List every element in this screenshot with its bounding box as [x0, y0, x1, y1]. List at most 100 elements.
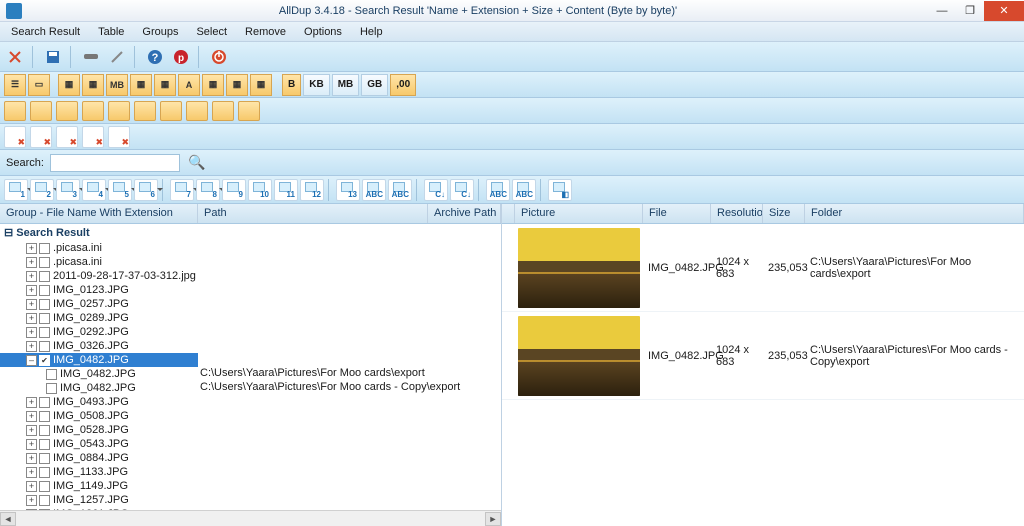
- remove-action-1[interactable]: [30, 126, 52, 148]
- brush-icon[interactable]: [106, 46, 128, 68]
- tree-checkbox[interactable]: [39, 355, 50, 366]
- folder-action-6[interactable]: [160, 101, 182, 121]
- preview-row[interactable]: IMG_0482.JPG1024 x 683235,053C:\Users\Ya…: [502, 312, 1024, 400]
- unit-gb[interactable]: GB: [361, 74, 388, 96]
- tree-node[interactable]: +IMG_1257.JPG: [0, 493, 198, 507]
- action-btn-14[interactable]: ABC: [388, 179, 412, 201]
- help-icon[interactable]: ?: [144, 46, 166, 68]
- minimize-button[interactable]: —: [928, 1, 956, 21]
- tree-node[interactable]: IMG_0482.JPG: [0, 381, 198, 395]
- tree-checkbox[interactable]: [39, 467, 50, 478]
- unit-dec[interactable]: ,00: [390, 74, 416, 96]
- folder-action-3[interactable]: [82, 101, 104, 121]
- tree-checkbox[interactable]: [39, 313, 50, 324]
- action-btn-3[interactable]: 4: [82, 179, 106, 201]
- remove-action-3[interactable]: [82, 126, 104, 148]
- tree-checkbox[interactable]: [39, 285, 50, 296]
- view-tree-icon[interactable]: ☰: [4, 74, 26, 96]
- col-size[interactable]: Size: [763, 204, 805, 223]
- scroll-left-icon[interactable]: ◄: [0, 512, 16, 526]
- tree-node[interactable]: +IMG_1149.JPG: [0, 479, 198, 493]
- view-list-icon[interactable]: ▭: [28, 74, 50, 96]
- tree-node[interactable]: +2011-09-28-17-37-03-312.jpg: [0, 269, 198, 283]
- preview-list[interactable]: IMG_0482.JPG1024 x 683235,053C:\Users\Ya…: [502, 224, 1024, 526]
- action-btn-5[interactable]: 6: [134, 179, 158, 201]
- remove-action-0[interactable]: [4, 126, 26, 148]
- view-mode-5[interactable]: A: [178, 74, 200, 96]
- tree-checkbox[interactable]: [39, 271, 50, 282]
- col-file[interactable]: File: [643, 204, 711, 223]
- view-mode-1[interactable]: ▦: [58, 74, 80, 96]
- view-mode-2[interactable]: ▦: [82, 74, 104, 96]
- folder-action-0[interactable]: [4, 101, 26, 121]
- tree-node[interactable]: +IMG_0884.JPG: [0, 451, 198, 465]
- preview-row[interactable]: IMG_0482.JPG1024 x 683235,053C:\Users\Ya…: [502, 224, 1024, 312]
- folder-action-9[interactable]: [238, 101, 260, 121]
- maximize-button[interactable]: ❐: [956, 1, 984, 21]
- action-btn-0[interactable]: 1: [4, 179, 28, 201]
- menu-help[interactable]: Help: [353, 24, 390, 40]
- menu-select[interactable]: Select: [189, 24, 234, 40]
- col-picture[interactable]: Picture: [515, 204, 643, 223]
- view-mode-8[interactable]: ▦: [250, 74, 272, 96]
- search-input[interactable]: [50, 154, 180, 172]
- action-btn-8[interactable]: 9: [222, 179, 246, 201]
- menu-search-result[interactable]: Search Result: [4, 24, 87, 40]
- folder-action-2[interactable]: [56, 101, 78, 121]
- power-icon[interactable]: [208, 46, 230, 68]
- folder-action-4[interactable]: [108, 101, 130, 121]
- action-btn-1[interactable]: 2: [30, 179, 54, 201]
- unit-kb[interactable]: KB: [303, 74, 329, 96]
- folder-action-5[interactable]: [134, 101, 156, 121]
- folder-action-7[interactable]: [186, 101, 208, 121]
- folder-action-1[interactable]: [30, 101, 52, 121]
- action-btn-17[interactable]: ABC: [486, 179, 510, 201]
- delete-icon[interactable]: [4, 46, 26, 68]
- action-btn-16[interactable]: C↓: [450, 179, 474, 201]
- close-button[interactable]: ✕: [984, 1, 1024, 21]
- tree-node[interactable]: –IMG_0482.JPG: [0, 353, 198, 367]
- remove-action-2[interactable]: [56, 126, 78, 148]
- col-flag[interactable]: [502, 204, 515, 223]
- action-btn-4[interactable]: 5: [108, 179, 132, 201]
- car-icon[interactable]: [80, 46, 102, 68]
- action-btn-7[interactable]: 8: [196, 179, 220, 201]
- menu-groups[interactable]: Groups: [135, 24, 185, 40]
- result-tree[interactable]: ⊟ Search Result +.picasa.ini+.picasa.ini…: [0, 224, 501, 510]
- tree-node[interactable]: +IMG_0493.JPG: [0, 395, 198, 409]
- action-btn-13[interactable]: ABC: [362, 179, 386, 201]
- tree-checkbox[interactable]: [39, 257, 50, 268]
- tree-checkbox[interactable]: [39, 453, 50, 464]
- action-btn-18[interactable]: ABC: [512, 179, 536, 201]
- search-icon[interactable]: 🔍: [186, 152, 208, 174]
- action-btn-11[interactable]: 12: [300, 179, 324, 201]
- col-path[interactable]: Path: [198, 204, 428, 223]
- view-mode-7[interactable]: ▦: [226, 74, 248, 96]
- action-btn-9[interactable]: 10: [248, 179, 272, 201]
- tree-checkbox[interactable]: [39, 439, 50, 450]
- action-btn-10[interactable]: 11: [274, 179, 298, 201]
- col-group[interactable]: Group - File Name With Extension: [0, 204, 198, 223]
- tree-node[interactable]: +.picasa.ini: [0, 241, 198, 255]
- tree-node[interactable]: +IMG_0289.JPG: [0, 311, 198, 325]
- tree-node[interactable]: +IMG_0326.JPG: [0, 339, 198, 353]
- unit-b[interactable]: B: [282, 74, 301, 96]
- tree-node[interactable]: +IMG_0543.JPG: [0, 437, 198, 451]
- unit-mb[interactable]: MB: [332, 74, 360, 96]
- tree-checkbox[interactable]: [39, 397, 50, 408]
- menu-table[interactable]: Table: [91, 24, 131, 40]
- tree-node[interactable]: IMG_0482.JPG: [0, 367, 198, 381]
- remove-action-4[interactable]: [108, 126, 130, 148]
- view-mode-mb[interactable]: MB: [106, 74, 128, 96]
- tree-h-scrollbar[interactable]: ◄ ►: [0, 510, 501, 526]
- menu-options[interactable]: Options: [297, 24, 349, 40]
- scroll-right-icon[interactable]: ►: [485, 512, 501, 526]
- pinterest-icon[interactable]: p: [170, 46, 192, 68]
- action-btn-15[interactable]: C↓: [424, 179, 448, 201]
- action-btn-19[interactable]: ◧: [548, 179, 572, 201]
- view-mode-4[interactable]: ▦: [154, 74, 176, 96]
- action-btn-6[interactable]: 7: [170, 179, 194, 201]
- save-icon[interactable]: [42, 46, 64, 68]
- tree-checkbox[interactable]: [39, 481, 50, 492]
- tree-node[interactable]: +IMG_0123.JPG: [0, 283, 198, 297]
